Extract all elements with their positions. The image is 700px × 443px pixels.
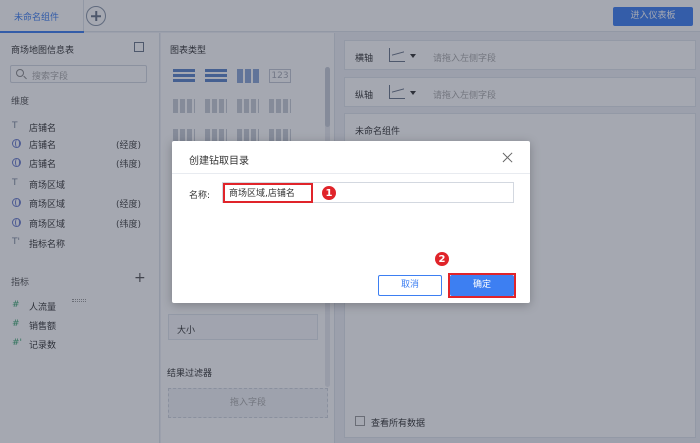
create-drill-directory-dialog: 创建钻取目录 名称: 1 2 取消 确定 <box>172 141 530 303</box>
confirm-button[interactable]: 确定 <box>450 275 514 296</box>
dialog-title: 创建钻取目录 <box>189 156 249 167</box>
directory-name-input[interactable] <box>222 182 514 203</box>
close-icon[interactable] <box>502 152 513 163</box>
step-marker-1: 1 <box>321 185 337 201</box>
name-label: 名称: <box>189 191 211 201</box>
dialog-header: 创建钻取目录 <box>172 141 530 174</box>
step-marker-2: 2 <box>434 251 450 267</box>
cancel-button[interactable]: 取消 <box>378 275 442 296</box>
